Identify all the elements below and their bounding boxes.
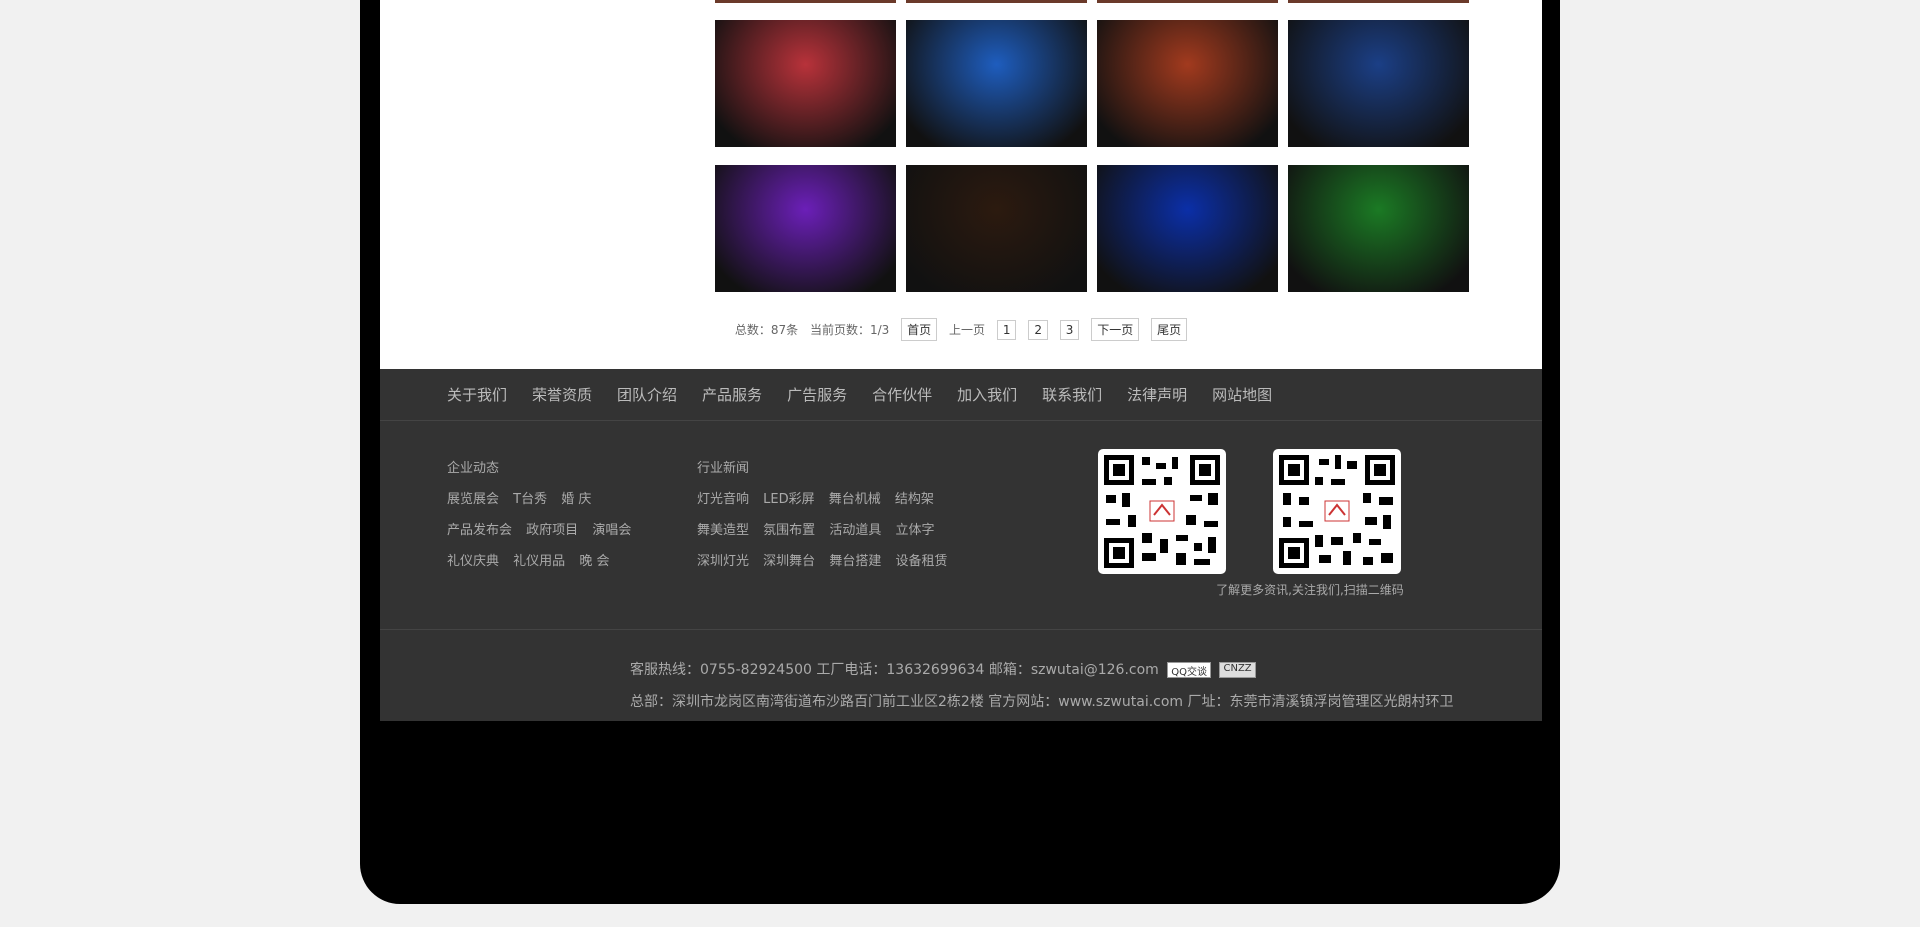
qr-code-icon xyxy=(1279,455,1395,568)
footer-link[interactable]: 婚 庆 xyxy=(561,492,591,507)
footer-link[interactable]: 演唱会 xyxy=(592,523,631,538)
qq-chat-button[interactable]: QQ交谈 xyxy=(1167,662,1212,678)
gallery-thumb[interactable] xyxy=(1288,20,1469,147)
first-page-button[interactable]: 首页 xyxy=(901,318,938,341)
pagination: 总数：87条 当前页数：1/3 首页 上一页 1 2 3 下一页 尾页 xyxy=(380,318,1542,341)
footer-nav-ads[interactable]: 广告服务 xyxy=(787,384,847,405)
cnzz-badge[interactable]: CNZZ xyxy=(1219,662,1256,678)
footer-link[interactable]: 深圳灯光 xyxy=(697,554,749,569)
footer-link[interactable]: 舞台搭建 xyxy=(829,554,881,569)
footer-nav-about[interactable]: 关于我们 xyxy=(447,384,507,405)
footer-link[interactable]: 深圳舞台 xyxy=(763,554,815,569)
footer-nav-legal[interactable]: 法律声明 xyxy=(1127,384,1187,405)
previous-row-edge xyxy=(906,0,1087,3)
qr-code-icon xyxy=(1104,455,1220,568)
gallery-thumb[interactable] xyxy=(715,165,896,292)
footer-link[interactable]: 晚 会 xyxy=(579,554,609,569)
footer: 关于我们 荣誉资质 团队介绍 产品服务 广告服务 合作伙伴 加入我们 联系我们 … xyxy=(380,369,1542,721)
next-page-button[interactable]: 下一页 xyxy=(1091,318,1140,341)
footer-link[interactable]: 设备租赁 xyxy=(895,554,947,569)
footer-nav-honors[interactable]: 荣誉资质 xyxy=(532,384,592,405)
footer-nav: 关于我们 荣誉资质 团队介绍 产品服务 广告服务 合作伙伴 加入我们 联系我们 … xyxy=(380,369,1542,421)
footer-link[interactable]: LED彩屏 xyxy=(763,492,814,507)
page-3-button[interactable]: 3 xyxy=(1059,320,1080,340)
footer-nav-products[interactable]: 产品服务 xyxy=(702,384,762,405)
gallery-thumb[interactable] xyxy=(906,165,1087,292)
page-2-button[interactable]: 2 xyxy=(1028,320,1048,340)
footer-col-title[interactable]: 行业新闻 xyxy=(697,457,957,476)
qr-code-wechat xyxy=(1098,449,1226,574)
footer-link[interactable]: T台秀 xyxy=(513,492,547,507)
gallery-thumb[interactable] xyxy=(906,20,1087,147)
footer-divider xyxy=(380,629,1542,630)
prev-page-button[interactable]: 上一页 xyxy=(949,321,985,338)
pagination-total: 总数：87条 xyxy=(734,323,799,337)
page-1-button[interactable]: 1 xyxy=(996,320,1017,340)
gallery-thumb[interactable] xyxy=(1097,20,1278,147)
footer-nav-partners[interactable]: 合作伙伴 xyxy=(872,384,932,405)
address-line: 总部：深圳市龙岗区南湾街道布沙路百门前工业区2栋2楼 官方网站：www.szwu… xyxy=(630,694,1454,710)
footer-link[interactable]: 展览展会 xyxy=(447,492,499,507)
footer-link[interactable]: 氛围布置 xyxy=(763,523,815,538)
footer-link[interactable]: 灯光音响 xyxy=(697,492,749,507)
footer-nav-sitemap[interactable]: 网站地图 xyxy=(1212,384,1272,405)
footer-nav-team[interactable]: 团队介绍 xyxy=(617,384,677,405)
footer-nav-join[interactable]: 加入我们 xyxy=(957,384,1017,405)
gallery-thumb[interactable] xyxy=(1288,165,1469,292)
contact-info: 客服热线：0755-82924500 工厂电话：13632699634 邮箱：s… xyxy=(630,662,1159,678)
footer-nav-contact[interactable]: 联系我们 xyxy=(1042,384,1102,405)
contact-line: 客服热线：0755-82924500 工厂电话：13632699634 邮箱：s… xyxy=(630,659,1256,679)
footer-link[interactable]: 礼仪庆典 xyxy=(447,554,499,569)
qr-caption: 了解更多资讯,关注我们,扫描二维码 xyxy=(1216,583,1404,597)
previous-row-edge xyxy=(1288,0,1469,3)
footer-link[interactable]: 舞台机械 xyxy=(829,492,881,507)
footer-col-title[interactable]: 企业动态 xyxy=(447,457,641,476)
footer-link[interactable]: 产品发布会 xyxy=(447,523,512,538)
footer-link[interactable]: 活动道具 xyxy=(829,523,881,538)
footer-link[interactable]: 礼仪用品 xyxy=(513,554,565,569)
qr-code-weibo xyxy=(1273,449,1401,574)
gallery-thumb[interactable] xyxy=(1097,165,1278,292)
footer-col-industry: 行业新闻 灯光音响 LED彩屏 舞台机械 结构架 舞美造型 氛围布置 活动道具 … xyxy=(697,457,957,581)
pagination-current: 当前页数：1/3 xyxy=(810,323,890,337)
page-screen: 总数：87条 当前页数：1/3 首页 上一页 1 2 3 下一页 尾页 关于我们… xyxy=(380,0,1542,721)
gallery-thumb[interactable] xyxy=(715,20,896,147)
footer-link[interactable]: 结构架 xyxy=(895,492,934,507)
footer-link[interactable]: 舞美造型 xyxy=(697,523,749,538)
previous-row-edge xyxy=(1097,0,1278,3)
footer-col-company: 企业动态 展览展会 T台秀 婚 庆 产品发布会 政府项目 演唱会 礼仪庆典 礼仪… xyxy=(447,457,641,581)
image-gallery xyxy=(715,0,1475,300)
footer-link[interactable]: 立体字 xyxy=(895,523,934,538)
footer-link[interactable]: 政府项目 xyxy=(526,523,578,538)
previous-row-edge xyxy=(715,0,896,3)
last-page-button[interactable]: 尾页 xyxy=(1151,318,1188,341)
